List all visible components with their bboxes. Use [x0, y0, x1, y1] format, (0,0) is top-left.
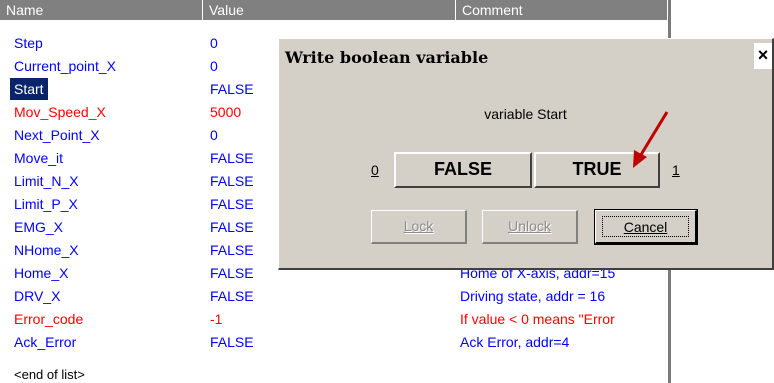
column-header-value[interactable]: Value — [203, 0, 456, 20]
cell-name: Step — [14, 35, 43, 51]
dialog-title: Write boolean variable — [285, 48, 489, 67]
table-row[interactable]: Error_code -1 If value < 0 means "Error — [0, 308, 668, 330]
cell-value: FALSE — [210, 334, 254, 350]
false-button[interactable]: FALSE — [394, 152, 532, 188]
write-boolean-dialog: Write boolean variable × variable Start … — [278, 38, 774, 270]
cancel-focus-rect: Cancel — [602, 216, 689, 237]
cell-value: FALSE — [210, 150, 254, 166]
lock-button-label: Lock — [403, 218, 434, 234]
cell-name: Next_Point_X — [14, 127, 100, 143]
cell-value: FALSE — [210, 81, 254, 97]
cell-name: Move_it — [14, 150, 64, 166]
cell-comment: Driving state, addr = 16 — [460, 288, 606, 304]
column-header-comment[interactable]: Comment — [456, 0, 668, 20]
unlock-button-label: Unlock — [508, 218, 551, 234]
label-one: 1 — [672, 162, 680, 178]
cell-comment: If value < 0 means "Error — [460, 311, 615, 327]
label-zero: 0 — [371, 162, 379, 178]
dialog-titlebar[interactable]: Write boolean variable × — [279, 39, 772, 76]
cell-name: Mov_Speed_X — [14, 104, 106, 120]
cell-name: NHome_X — [14, 242, 79, 258]
table-row[interactable]: Ack_Error FALSE Ack Error, addr=4 — [0, 331, 668, 353]
cell-value: FALSE — [210, 288, 254, 304]
cell-name: Current_point_X — [14, 58, 116, 74]
table-row[interactable]: DRV_X FALSE Driving state, addr = 16 — [0, 285, 668, 307]
unlock-button[interactable]: Unlock — [482, 210, 578, 244]
cell-name: DRV_X — [14, 288, 61, 304]
cell-name: Limit_P_X — [14, 196, 78, 212]
cancel-button[interactable]: Cancel — [594, 209, 698, 245]
dialog-message: variable Start — [484, 106, 567, 122]
cell-value: FALSE — [210, 265, 254, 281]
lock-button[interactable]: Lock — [371, 210, 467, 244]
cell-value: -1 — [210, 311, 223, 327]
cell-name: Start — [10, 78, 48, 100]
cell-value: FALSE — [210, 219, 254, 235]
end-of-list-marker: <end of list> — [14, 367, 85, 382]
cancel-button-label: Cancel — [623, 219, 668, 235]
cell-name: Home_X — [14, 265, 69, 281]
close-icon[interactable]: × — [754, 43, 772, 69]
cell-value: FALSE — [210, 173, 254, 189]
cell-value: 5000 — [210, 104, 242, 120]
cell-value: 0 — [210, 35, 218, 51]
cell-value: FALSE — [210, 196, 254, 212]
column-header-name[interactable]: Name — [0, 0, 203, 20]
cell-comment: Ack Error, addr=4 — [460, 334, 570, 350]
cell-name: EMG_X — [14, 219, 64, 235]
cell-value: 0 — [210, 58, 218, 74]
dialog-body: variable Start 0 FALSE TRUE 1 Lock Unloc… — [279, 79, 772, 268]
true-button[interactable]: TRUE — [534, 152, 660, 188]
cell-name: Ack_Error — [14, 334, 77, 350]
cell-name: Error_code — [14, 311, 84, 327]
cell-name: Limit_N_X — [14, 173, 79, 189]
cell-value: 0 — [210, 127, 218, 143]
cell-value: FALSE — [210, 242, 254, 258]
